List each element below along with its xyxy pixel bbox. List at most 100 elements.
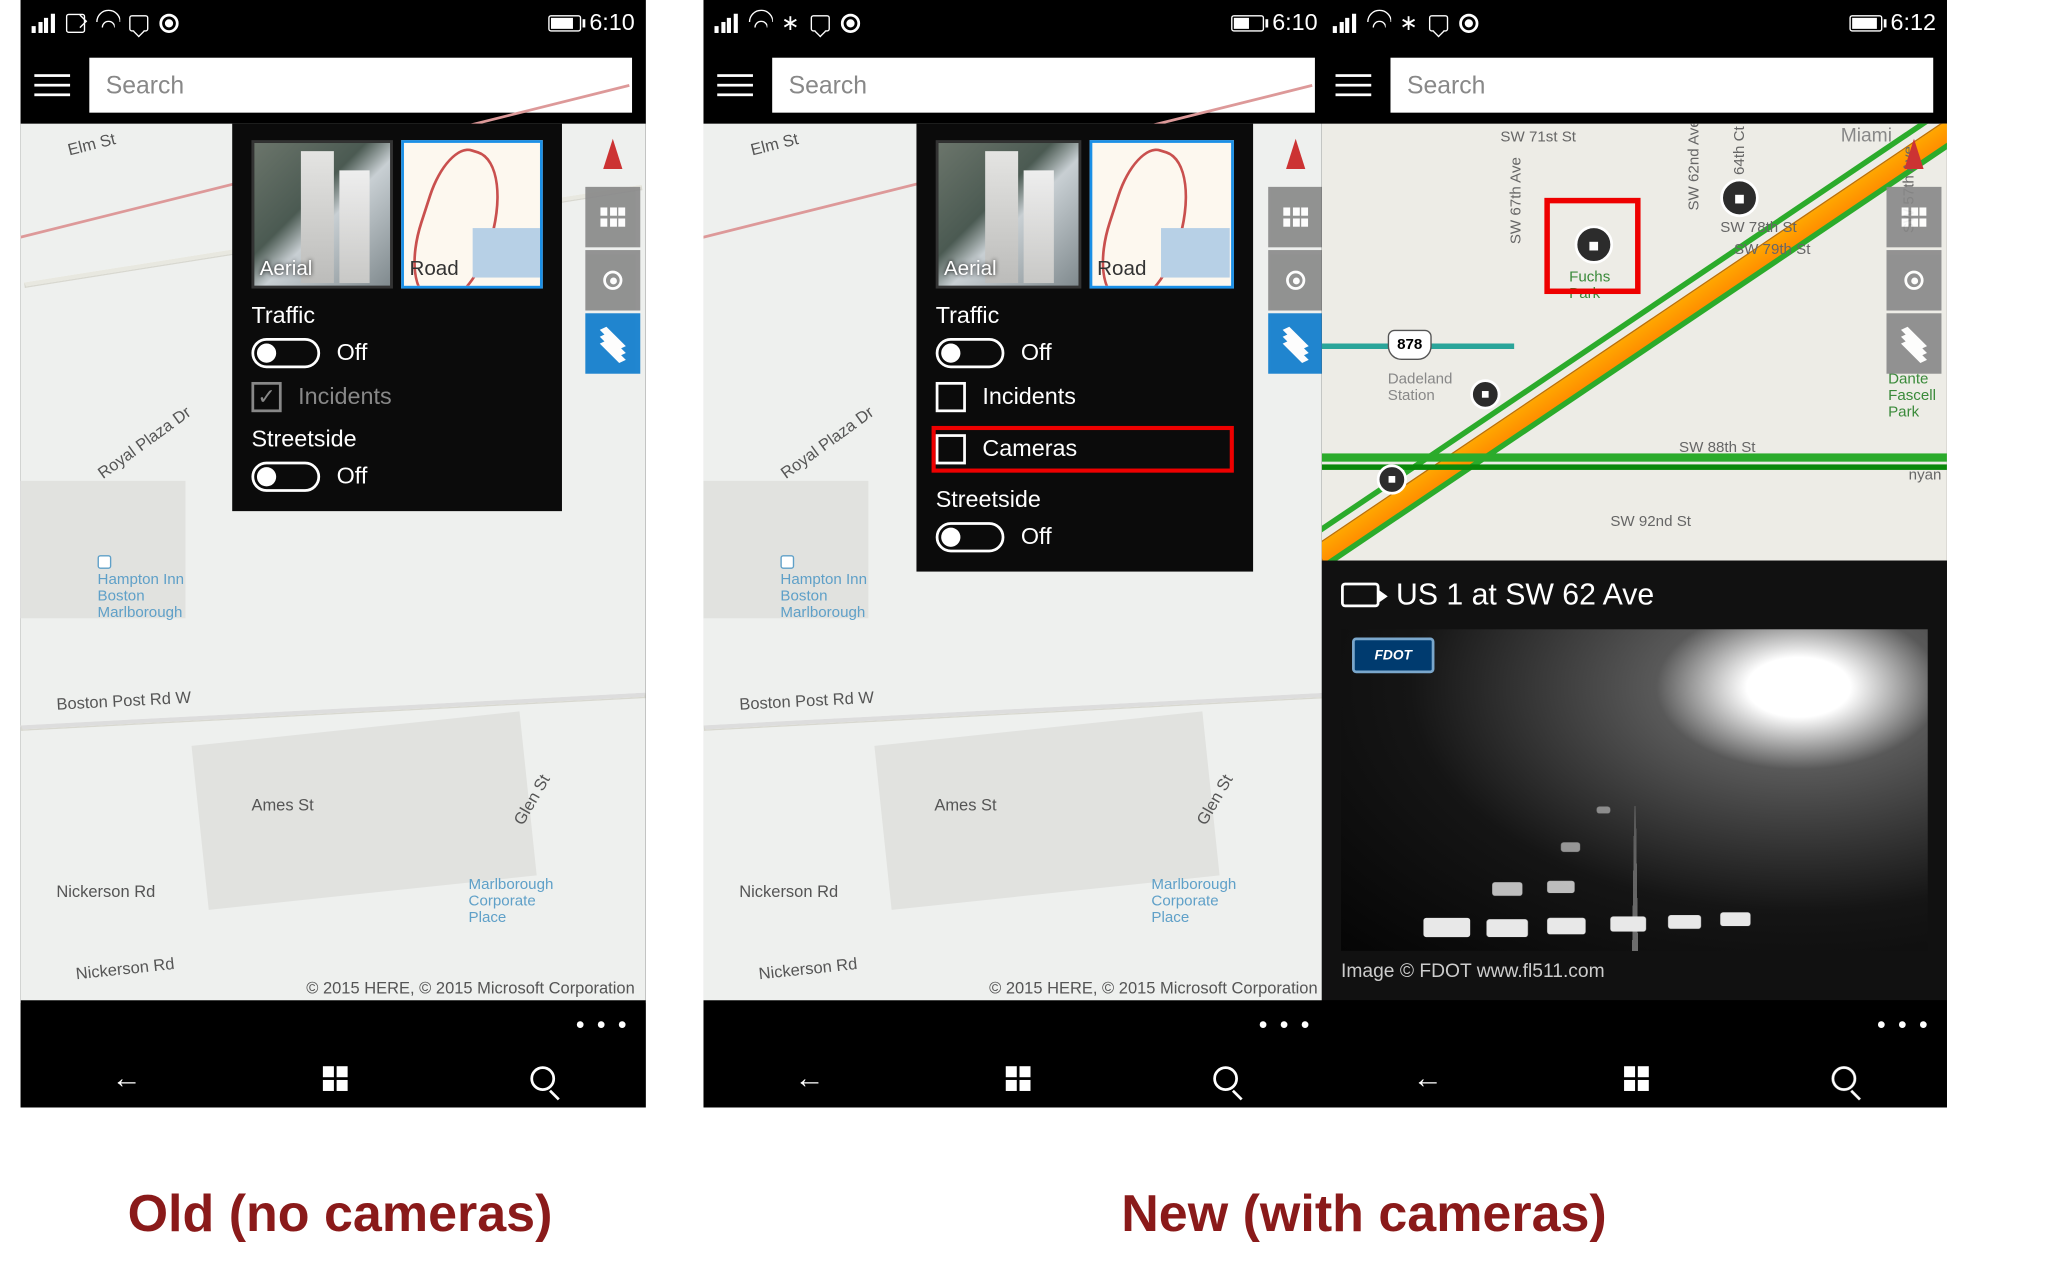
map-style-road[interactable]: Road <box>401 140 543 288</box>
search-bar <box>703 47 1328 124</box>
road-label: Nickerson Rd <box>75 954 175 983</box>
camera-credit: Image © FDOT www.fl511.com <box>1341 959 1928 981</box>
traffic-state: Off <box>337 339 368 366</box>
traffic-toggle[interactable] <box>936 338 1005 368</box>
map-style-aerial[interactable]: Aerial <box>251 140 393 288</box>
phone-new-camera: ∗ 6:12 SW 67th Ave SW 62nd Ave SW 64th C… <box>1322 0 1947 1107</box>
map-3d-button[interactable] <box>1887 187 1942 247</box>
search-button[interactable] <box>1831 1066 1856 1091</box>
more-button[interactable]: • • • <box>1877 1011 1930 1040</box>
battery-icon <box>1849 15 1882 31</box>
back-button[interactable]: ← <box>794 1061 824 1097</box>
incidents-label: Incidents <box>298 383 391 410</box>
app-bar: • • • <box>703 1000 1328 1049</box>
streetside-state: Off <box>1021 523 1052 550</box>
signal-icon <box>32 14 55 33</box>
notifications-icon <box>128 15 147 31</box>
status-bar: 6:10 <box>21 0 646 47</box>
streetside-toggle[interactable] <box>936 522 1005 552</box>
notifications-icon <box>1429 15 1448 31</box>
back-button[interactable]: ← <box>1413 1061 1443 1097</box>
battery-icon <box>1231 15 1264 31</box>
streetside-label: Streetside <box>936 486 1234 513</box>
menu-button[interactable] <box>1336 74 1372 96</box>
more-button[interactable]: • • • <box>576 1011 629 1040</box>
wifi-icon <box>748 12 770 34</box>
locate-me-button[interactable] <box>585 250 640 310</box>
search-input[interactable] <box>1390 58 1933 113</box>
road-label: Ames St <box>251 796 313 815</box>
route-shield: 878 <box>1388 330 1432 360</box>
traffic-toggle[interactable] <box>251 338 320 368</box>
cameras-checkbox[interactable] <box>936 434 966 464</box>
map-style-aerial[interactable]: Aerial <box>936 140 1081 288</box>
streetside-toggle[interactable] <box>251 462 320 492</box>
compass-button[interactable] <box>1268 124 1323 184</box>
compass-button[interactable] <box>1887 124 1942 184</box>
map-style-road[interactable]: Road <box>1089 140 1234 288</box>
start-button[interactable] <box>324 1066 349 1091</box>
search-bar <box>1322 47 1947 124</box>
more-button[interactable]: • • • <box>1259 1011 1312 1040</box>
map-canvas[interactable]: SW 67th Ave SW 62nd Ave SW 64th Ct SW 57… <box>1322 124 1947 561</box>
phone-old: 6:10 Elm St Royal Plaza Dr Boston Post R… <box>21 0 646 1107</box>
map-3d-button[interactable] <box>1268 187 1323 247</box>
wifi-icon <box>1366 12 1388 34</box>
app-bar: • • • <box>21 1000 646 1049</box>
camera-panel: US 1 at SW 62 Ave FDOT Image © FDOT www.… <box>1322 561 1947 1001</box>
camera-marker[interactable]: ■ <box>1377 464 1407 494</box>
nav-bar: ← <box>21 1050 646 1108</box>
location-status-icon <box>841 14 860 33</box>
map-3d-button[interactable] <box>585 187 640 247</box>
status-time: 6:10 <box>1272 10 1317 37</box>
app-bar: • • • <box>1322 1000 1947 1049</box>
nav-bar: ← <box>703 1050 1328 1108</box>
layers-button[interactable] <box>1887 313 1942 373</box>
locate-me-button[interactable] <box>1887 250 1942 310</box>
cameras-label: Cameras <box>982 436 1077 463</box>
camera-highlight <box>1544 198 1640 294</box>
road-label: Royal Plaza Dr <box>777 402 877 482</box>
road-label: Nickerson Rd <box>56 882 155 901</box>
map-side-controls <box>1887 124 1942 374</box>
poi-hotel: Hampton Inn Boston Marlborough <box>780 555 867 621</box>
road-label: Royal Plaza Dr <box>94 402 194 482</box>
search-bar <box>21 47 646 124</box>
traffic-label: Traffic <box>936 302 1234 329</box>
menu-button[interactable] <box>717 74 753 96</box>
caption-new: New (with cameras) <box>680 1184 2048 1244</box>
locate-me-button[interactable] <box>1268 250 1323 310</box>
compass-button[interactable] <box>585 124 640 184</box>
camera-icon <box>1341 583 1379 608</box>
poi-dadeland: Dadeland Station <box>1388 371 1453 404</box>
road-label: Elm St <box>749 129 801 159</box>
fdot-logo: FDOT <box>1352 638 1434 674</box>
back-button[interactable]: ← <box>112 1061 142 1097</box>
incidents-checkbox <box>251 382 281 412</box>
menu-button[interactable] <box>34 74 70 96</box>
start-button[interactable] <box>1006 1066 1031 1091</box>
status-time: 6:12 <box>1890 10 1935 37</box>
layers-panel: Aerial Road Traffic Off Incidents Camera… <box>916 124 1253 572</box>
layers-button[interactable] <box>1268 313 1323 373</box>
comparison-captions: Old (no cameras) New (with cameras) <box>0 1184 2048 1244</box>
traffic-label: Traffic <box>251 302 542 329</box>
map-side-controls <box>585 124 640 374</box>
park-dante: Dante Fascell Park <box>1888 371 1936 420</box>
nav-bar: ← <box>1322 1050 1947 1108</box>
road-label: Nickerson Rd <box>739 882 838 901</box>
search-button[interactable] <box>530 1066 555 1091</box>
camera-marker[interactable]: ■ <box>1470 379 1500 409</box>
status-bar: ∗ 6:12 <box>1322 0 1947 47</box>
nfc-icon <box>65 14 84 33</box>
start-button[interactable] <box>1625 1066 1650 1091</box>
map-copyright: © 2015 HERE, © 2015 Microsoft Corporatio… <box>989 978 1318 997</box>
streetside-label: Streetside <box>251 426 542 453</box>
search-button[interactable] <box>1213 1066 1238 1091</box>
layers-panel: Aerial Road Traffic Off Incidents Street… <box>232 124 562 511</box>
layers-button[interactable] <box>585 313 640 373</box>
camera-marker[interactable]: ■ <box>1720 179 1758 217</box>
incidents-checkbox[interactable] <box>936 382 966 412</box>
poi-office: Marlborough Corporate Place <box>1151 877 1236 927</box>
road-label: Nickerson Rd <box>758 954 858 983</box>
